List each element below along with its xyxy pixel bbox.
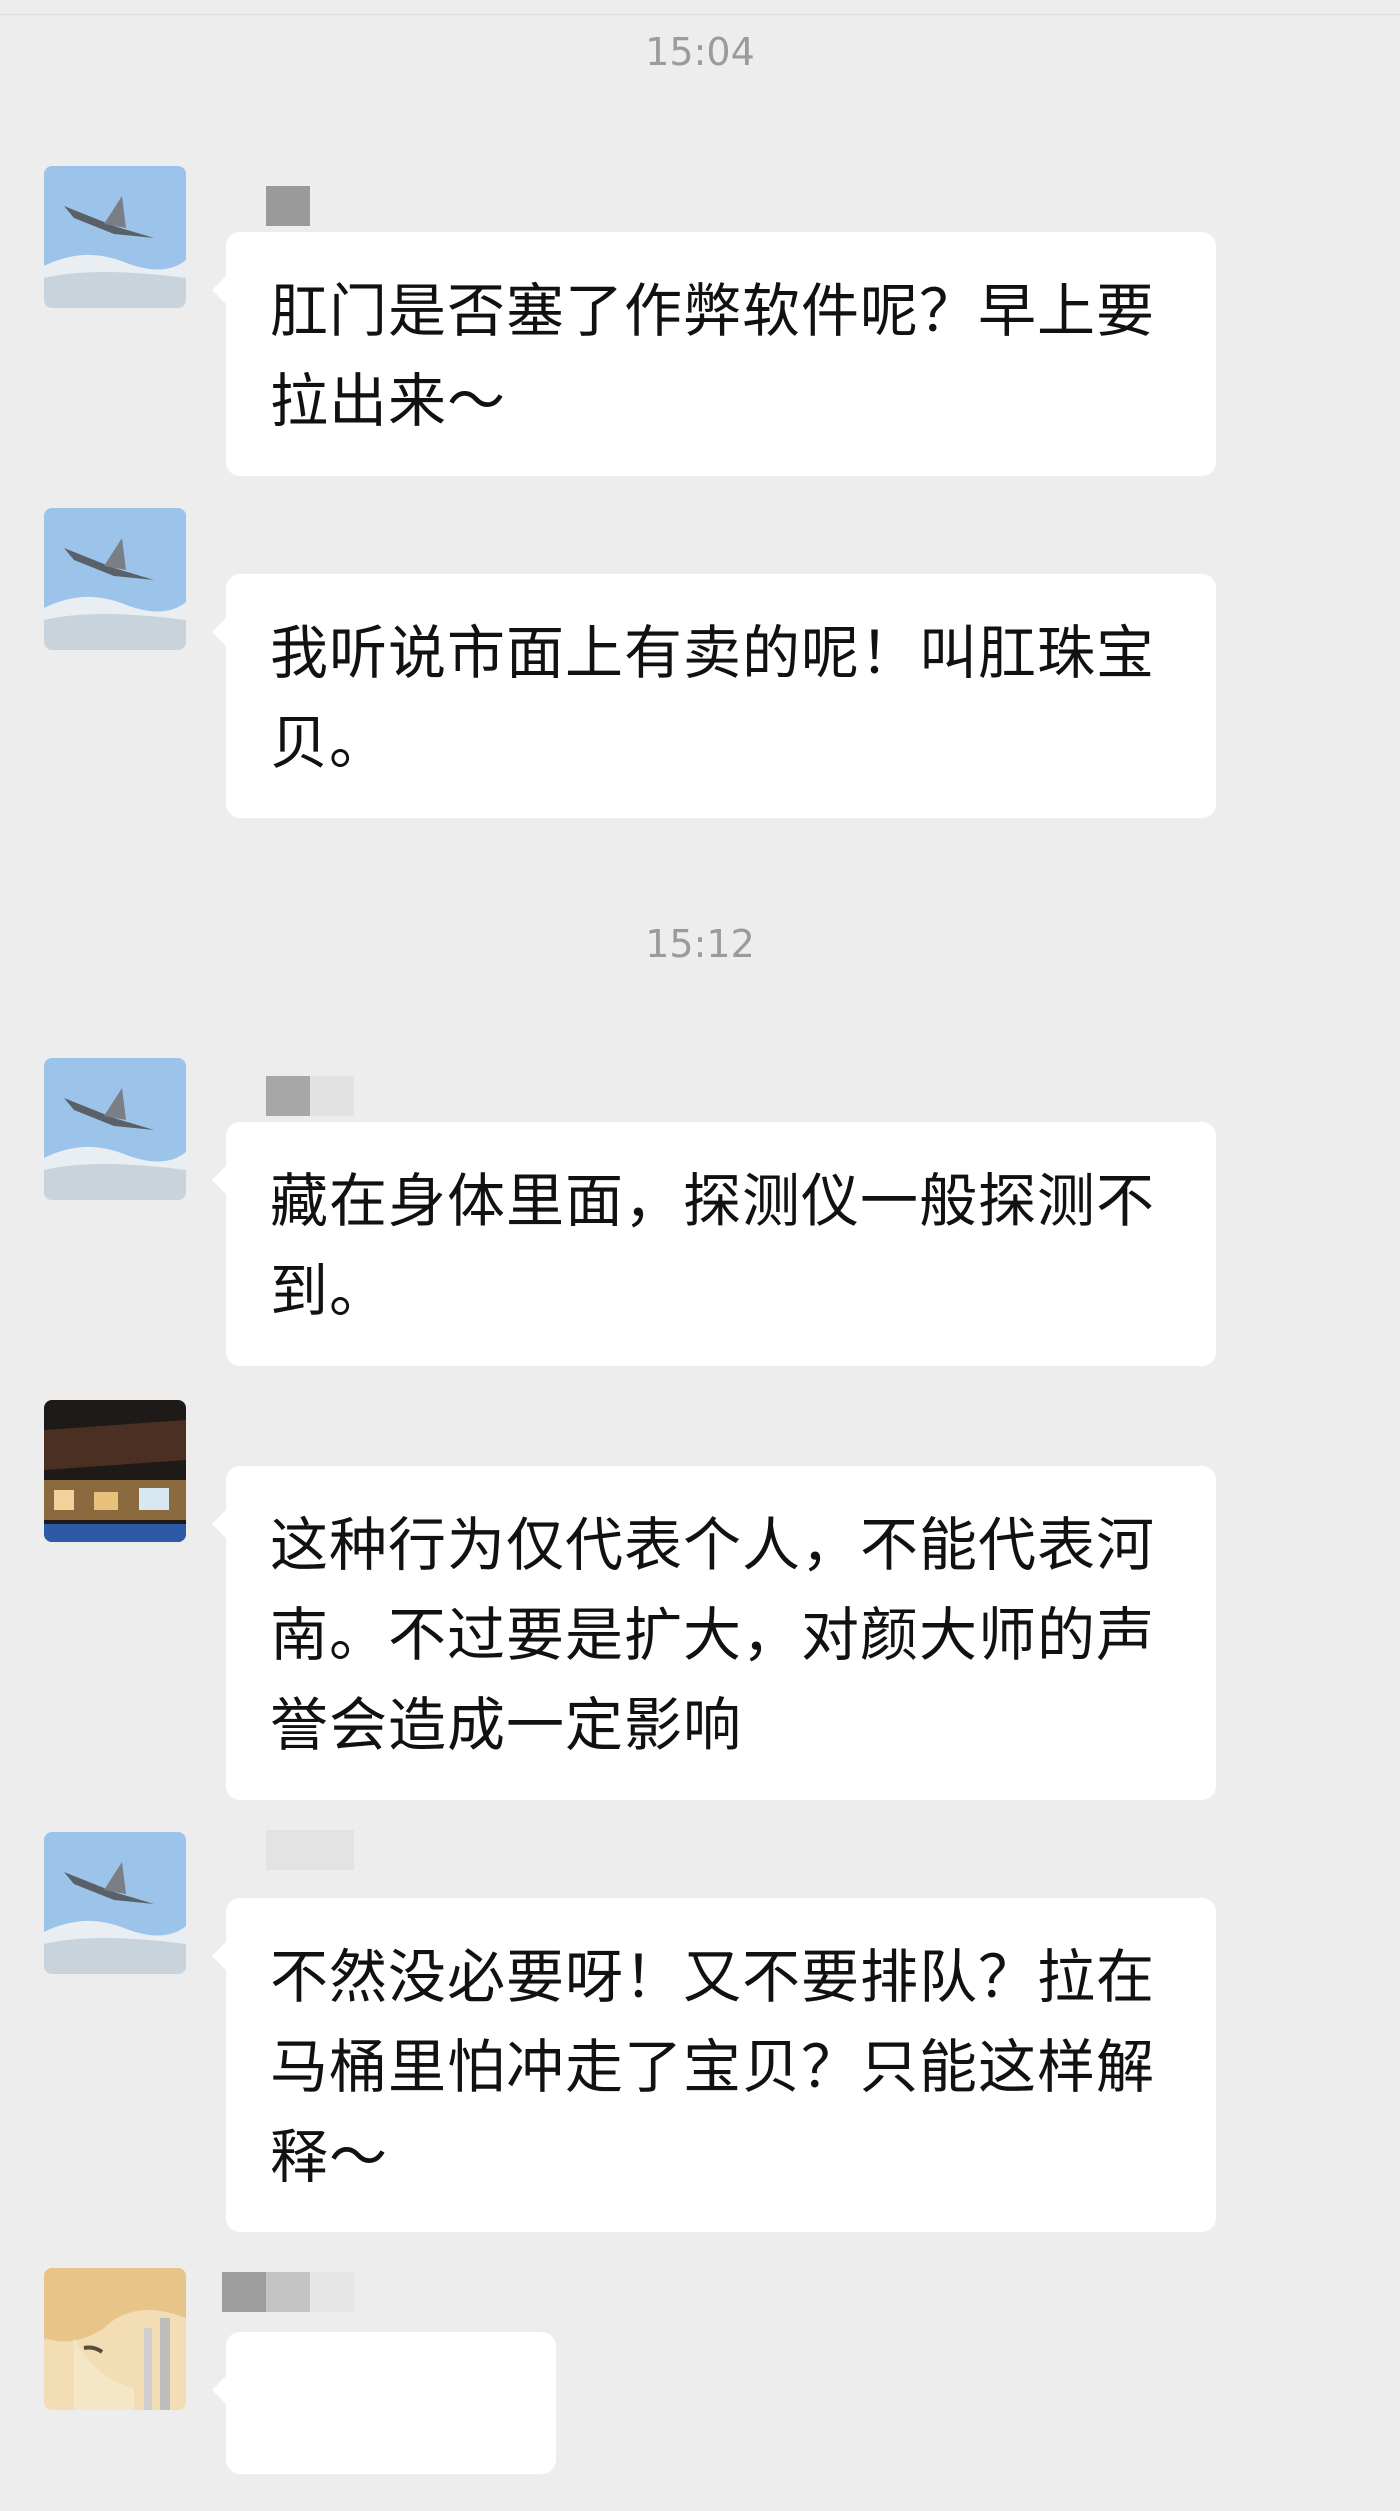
message-bubble[interactable]: 我听说市面上有卖的呢！叫肛珠宝贝。	[212, 574, 1216, 818]
avatar-crane[interactable]	[44, 508, 186, 650]
avatar-anime[interactable]	[44, 2268, 186, 2410]
timestamp: 15:12	[645, 922, 755, 966]
sender-name-redacted	[266, 1830, 354, 1870]
message-text: 肛门是否塞了作弊软件呢？早上要拉出来～	[270, 277, 1156, 435]
message-bubble[interactable]: 藏在身体里面，探测仪一般探测不到。	[212, 1122, 1216, 1366]
sender-name-redacted	[222, 2272, 354, 2312]
message-text: 不然没必要呀！又不要排队？拉在马桶里怕冲走了宝贝？只能这样解释～	[270, 1943, 1156, 2191]
sender-name-redacted	[266, 186, 310, 226]
message-bubble[interactable]: 不然没必要呀！又不要排队？拉在马桶里怕冲走了宝贝？只能这样解释～	[212, 1898, 1216, 2232]
sender-name-redacted	[266, 1076, 354, 1116]
avatar-crane[interactable]	[44, 166, 186, 308]
message-text: 藏在身体里面，探测仪一般探测不到。	[270, 1167, 1156, 1325]
timestamp: 15:04	[645, 30, 755, 74]
message-bubble[interactable]: 这种行为仅代表个人，不能代表河南。不过要是扩大，对颜大师的声誉会造成一定影响	[212, 1466, 1216, 1800]
message-text: 我听说市面上有卖的呢！叫肛珠宝贝。	[270, 619, 1156, 777]
message-text: 这种行为仅代表个人，不能代表河南。不过要是扩大，对颜大师的声誉会造成一定影响	[270, 1511, 1156, 1759]
message-bubble[interactable]: 肛门是否塞了作弊软件呢？早上要拉出来～	[212, 232, 1216, 476]
avatar-night-street[interactable]	[44, 1400, 186, 1542]
avatar-crane[interactable]	[44, 1832, 186, 1974]
previous-message-edge	[0, 0, 1400, 15]
message-bubble-redacted[interactable]	[212, 2332, 556, 2474]
avatar-crane[interactable]	[44, 1058, 186, 1200]
